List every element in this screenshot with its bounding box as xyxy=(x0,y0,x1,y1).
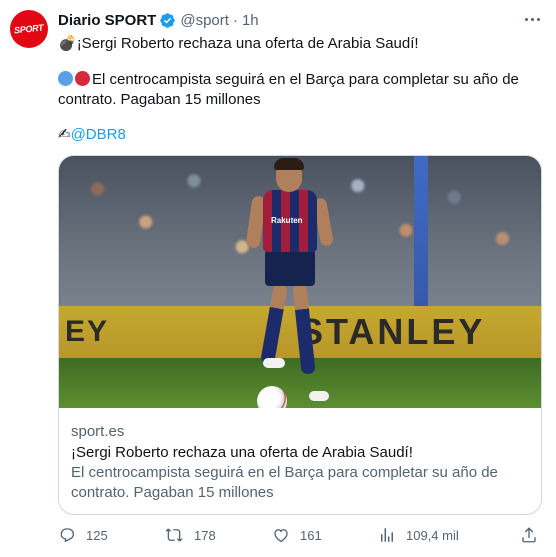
author-name[interactable]: Diario SPORT xyxy=(58,12,156,29)
header-separator: · xyxy=(232,11,238,29)
football-ball xyxy=(257,386,287,408)
reply-button[interactable]: 125 xyxy=(58,524,108,546)
card-image[interactable]: EY STANLEY Rakuten xyxy=(59,156,541,408)
more-icon[interactable] xyxy=(522,11,542,27)
tweet-line-1: 💣¡Sergi Roberto rechaza una oferta de Ar… xyxy=(58,34,419,54)
tweet-body-1: El centrocampista seguirá en el Barça pa… xyxy=(92,71,519,88)
like-button[interactable]: 161 xyxy=(272,524,322,546)
share-icon xyxy=(520,526,538,544)
tweet-time[interactable]: 1h xyxy=(242,12,259,29)
tweet-headline: ¡Sergi Roberto rechaza una oferta de Ara… xyxy=(76,35,419,52)
card-description-2: contrato. Pagaban 15 millones xyxy=(71,484,274,501)
link-card[interactable]: EY STANLEY Rakuten sport.es ¡Sergi Rober… xyxy=(58,155,542,515)
action-bar: 125 178 161 109,4 mil xyxy=(58,524,542,546)
repost-icon xyxy=(164,526,184,544)
card-title: ¡Sergi Roberto rechaza una oferta de Ara… xyxy=(71,444,413,461)
stadium-post xyxy=(414,156,428,306)
like-icon xyxy=(272,526,290,544)
card-text: sport.es ¡Sergi Roberto rechaza una ofer… xyxy=(71,422,531,503)
card-domain: sport.es xyxy=(71,423,125,440)
red-circle-emoji xyxy=(75,71,90,86)
shirt-sponsor: Rakuten xyxy=(271,216,303,225)
views-button[interactable]: 109,4 mil xyxy=(378,524,459,546)
reply-icon xyxy=(58,526,76,544)
football-player: Rakuten xyxy=(245,156,339,408)
ad-text-left: EY xyxy=(65,315,110,348)
tweet-line-2: El centrocampista seguirá en el Barça pa… xyxy=(58,70,519,90)
like-count: 161 xyxy=(300,527,322,543)
author-handle[interactable]: @sport xyxy=(180,12,229,29)
avatar[interactable]: SPORT xyxy=(10,10,48,48)
repost-count: 178 xyxy=(194,527,216,543)
mention-link[interactable]: @DBR8 xyxy=(71,126,126,143)
repost-button[interactable]: 178 xyxy=(164,524,216,546)
verified-badge-icon xyxy=(159,12,176,29)
tweet-line-4: ✍@DBR8 xyxy=(58,125,126,145)
share-button[interactable] xyxy=(520,524,538,546)
card-description-1: El centrocampista seguirá en el Barça pa… xyxy=(71,464,498,481)
views-count: 109,4 mil xyxy=(406,527,459,543)
tweet-header: Diario SPORT @sport · 1h xyxy=(58,10,259,30)
writing-hand-emoji: ✍ xyxy=(58,126,71,143)
avatar-logo-text: SPORT xyxy=(13,22,45,36)
bomb-emoji: 💣 xyxy=(58,35,77,52)
views-icon xyxy=(378,526,396,544)
reply-count: 125 xyxy=(86,527,108,543)
blue-circle-emoji xyxy=(58,71,73,86)
tweet-line-3: contrato. Pagaban 15 millones xyxy=(58,91,261,108)
